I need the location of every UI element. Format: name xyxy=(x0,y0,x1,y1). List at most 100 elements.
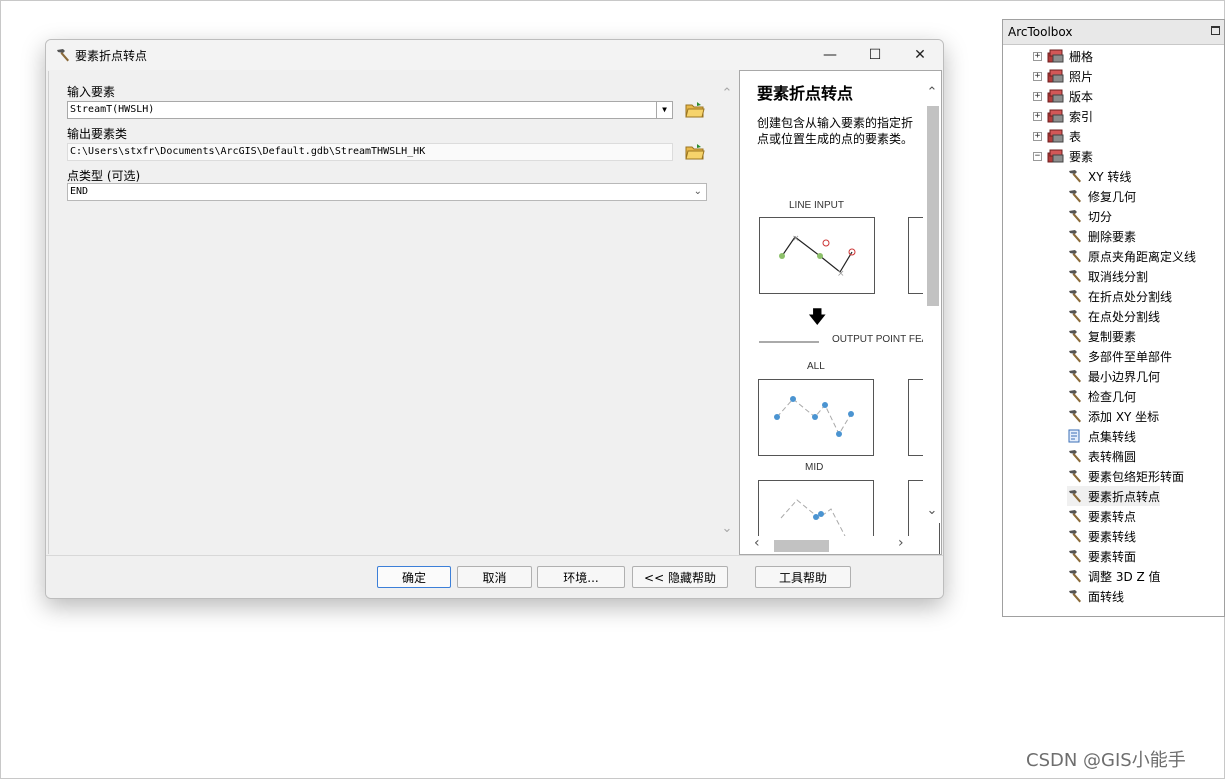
expand-icon[interactable]: + xyxy=(1033,132,1042,141)
chevron-down-icon[interactable]: ▼ xyxy=(656,102,672,118)
hammer-icon xyxy=(55,47,71,63)
tool-item[interactable]: 添加 XY 坐标 xyxy=(1067,406,1159,426)
tool-label: 检查几何 xyxy=(1088,389,1137,404)
tool-label: 原点夹角距离定义线 xyxy=(1088,249,1197,264)
expand-icon[interactable]: + xyxy=(1033,72,1042,81)
input-features-combo[interactable]: StreamT(HWSLH) ▼ xyxy=(67,101,673,119)
tool-item[interactable]: 面转线 xyxy=(1067,586,1124,606)
pin-icon[interactable] xyxy=(1211,26,1220,35)
point-type-select[interactable]: END ⌄ xyxy=(67,183,707,201)
toolset-item[interactable]: 要素 xyxy=(1047,146,1093,166)
svg-text:×: × xyxy=(837,269,845,279)
scroll-up-icon[interactable]: ⌃ xyxy=(719,86,735,101)
toolbox-icon xyxy=(1047,128,1065,144)
hammer-icon xyxy=(1067,328,1083,344)
tool-item[interactable]: 原点夹角距离定义线 xyxy=(1067,246,1196,266)
scroll-down-icon[interactable]: ⌄ xyxy=(924,503,940,518)
browse-output-button[interactable] xyxy=(683,140,707,164)
output-class-value: C:\Users\stxfr\Documents\ArcGIS\Default.… xyxy=(70,146,426,157)
tool-label: 在点处分割线 xyxy=(1088,309,1161,324)
expand-icon[interactable]: + xyxy=(1033,112,1042,121)
toolset-item[interactable]: 表 xyxy=(1047,126,1081,146)
tool-item[interactable]: 删除要素 xyxy=(1067,226,1136,246)
tool-item[interactable]: 检查几何 xyxy=(1067,386,1136,406)
help-horizontal-scrollbar[interactable]: ‹ › xyxy=(740,535,923,554)
hammer-icon xyxy=(1067,368,1083,384)
toolset-label: 版本 xyxy=(1069,89,1094,104)
toolset-item[interactable]: 版本 xyxy=(1047,86,1093,106)
minimize-button[interactable]: — xyxy=(807,40,853,70)
toolbox-icon xyxy=(1047,148,1065,164)
tool-item[interactable]: 最小边界几何 xyxy=(1067,366,1160,386)
ok-button[interactable]: 确定 xyxy=(377,566,451,588)
close-button[interactable]: ✕ xyxy=(897,40,943,70)
tool-item[interactable]: 切分 xyxy=(1067,206,1112,226)
tool-item[interactable]: 要素包络矩形转面 xyxy=(1067,466,1184,486)
tool-item[interactable]: 要素转线 xyxy=(1067,526,1136,546)
tool-item[interactable]: 要素折点转点 xyxy=(1067,486,1161,506)
hammer-icon xyxy=(1067,408,1083,424)
tool-label: 面转线 xyxy=(1088,589,1125,604)
tool-label: 添加 XY 坐标 xyxy=(1088,409,1160,424)
input-features-label: 输入要素 xyxy=(67,85,116,99)
toolset-item[interactable]: 照片 xyxy=(1047,66,1093,86)
parameter-pane: 输入要素 StreamT(HWSLH) ▼ 输出要素类 C:\Users\stx… xyxy=(48,71,739,554)
scroll-thumb-h[interactable] xyxy=(774,540,829,552)
browse-input-button[interactable] xyxy=(683,98,707,122)
maximize-button[interactable]: ☐ xyxy=(852,40,898,70)
tool-label: 删除要素 xyxy=(1088,229,1137,244)
tool-item[interactable]: 在折点处分割线 xyxy=(1067,286,1172,306)
hammer-icon xyxy=(1067,588,1083,604)
environments-button[interactable]: 环境... xyxy=(537,566,625,588)
tool-label: 点集转线 xyxy=(1088,429,1137,444)
chevron-down-icon[interactable]: ⌄ xyxy=(694,184,702,200)
all-diagram xyxy=(758,379,874,456)
hammer-icon xyxy=(1067,228,1083,244)
toolset-item[interactable]: 索引 xyxy=(1047,106,1093,126)
collapse-icon[interactable]: − xyxy=(1033,152,1042,161)
dialog-title: 要素折点转点 xyxy=(75,49,148,63)
tool-item[interactable]: 复制要素 xyxy=(1067,326,1136,346)
button-bar: 确定 取消 环境... << 隐藏帮助 工具帮助 xyxy=(46,555,943,598)
output-class-label: 输出要素类 xyxy=(67,127,128,141)
hide-help-button[interactable]: << 隐藏帮助 xyxy=(632,566,728,588)
svg-text:×: × xyxy=(792,234,800,244)
hammer-icon xyxy=(1067,508,1083,524)
tool-item[interactable]: 取消线分割 xyxy=(1067,266,1148,286)
expand-icon[interactable]: + xyxy=(1033,52,1042,61)
hammer-icon xyxy=(1067,528,1083,544)
all-label: ALL xyxy=(807,361,825,372)
tool-item[interactable]: 点集转线 xyxy=(1067,426,1136,446)
point-type-label: 点类型 (可选) xyxy=(67,169,141,183)
parameter-scrollbar[interactable]: ⌃ ⌄ xyxy=(717,71,737,554)
tool-item[interactable]: 在点处分割线 xyxy=(1067,306,1160,326)
tool-item[interactable]: 要素转点 xyxy=(1067,506,1136,526)
tool-item[interactable]: 修复几何 xyxy=(1067,186,1136,206)
toolbox-header: ArcToolbox xyxy=(1003,20,1224,45)
tool-label: 复制要素 xyxy=(1088,329,1137,344)
tool-item[interactable]: 要素转面 xyxy=(1067,546,1136,566)
scroll-down-icon[interactable]: ⌄ xyxy=(719,521,735,536)
scroll-up-icon[interactable]: ⌃ xyxy=(924,85,940,100)
tool-help-button[interactable]: 工具帮助 xyxy=(755,566,851,588)
tool-item[interactable]: 表转椭圆 xyxy=(1067,446,1136,466)
output-class-input[interactable]: C:\Users\stxfr\Documents\ArcGIS\Default.… xyxy=(67,143,673,161)
tool-item[interactable]: XY 转线 xyxy=(1067,166,1131,186)
tool-label: 调整 3D Z 值 xyxy=(1088,569,1161,584)
expand-icon[interactable]: + xyxy=(1033,92,1042,101)
folder-open-icon xyxy=(685,144,705,160)
toolbox-title: ArcToolbox xyxy=(1008,25,1073,39)
scroll-thumb[interactable] xyxy=(927,106,939,306)
scroll-left-icon[interactable]: ‹ xyxy=(754,535,760,551)
dialog-titlebar[interactable]: 要素折点转点 — ☐ ✕ xyxy=(46,40,943,70)
help-vertical-scrollbar[interactable]: ⌃ ⌄ xyxy=(923,71,941,523)
hammer-icon xyxy=(1067,308,1083,324)
tool-item[interactable]: 调整 3D Z 值 xyxy=(1067,566,1161,586)
toolset-item[interactable]: 栅格 xyxy=(1047,46,1093,66)
scroll-right-icon[interactable]: › xyxy=(898,535,904,551)
tool-item[interactable]: 多部件至单部件 xyxy=(1067,346,1172,366)
toolbox-icon xyxy=(1047,108,1065,124)
cancel-button[interactable]: 取消 xyxy=(457,566,532,588)
hammer-icon xyxy=(1067,468,1083,484)
line-input-diagram: × × xyxy=(759,217,875,294)
